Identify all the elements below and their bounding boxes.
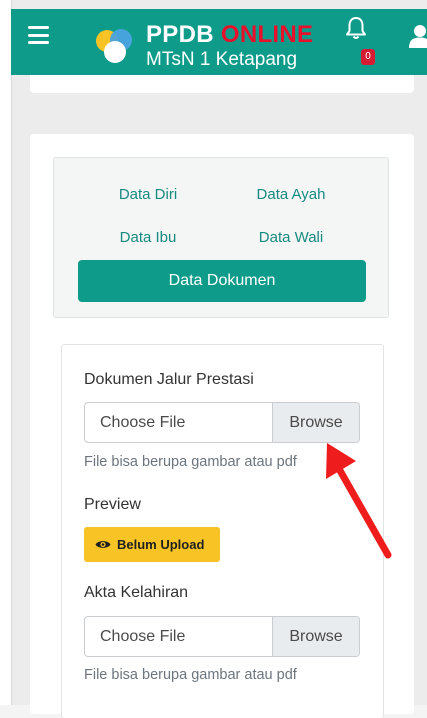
label-dokumen-prestasi: Dokumen Jalur Prestasi — [84, 371, 254, 388]
belum-upload-button[interactable]: Belum Upload — [84, 527, 220, 562]
nav-data-diri[interactable]: Data Diri — [78, 186, 218, 203]
choose-file-text: Choose File — [100, 628, 186, 645]
brand: PPDB ONLINE MTsN 1 Ketapang — [146, 21, 313, 71]
notification-badge: 0 — [361, 49, 375, 65]
brand-title: PPDB ONLINE — [146, 21, 313, 49]
nav-data-wali[interactable]: Data Wali — [221, 229, 361, 246]
file-hint: File bisa berupa gambar atau pdf — [84, 454, 297, 470]
brand-main: PPDB — [146, 21, 214, 48]
label-akta-kelahiran: Akta Kelahiran — [84, 584, 189, 601]
file-hint: File bisa berupa gambar atau pdf — [84, 667, 297, 683]
nav-data-ibu[interactable]: Data Ibu — [78, 229, 218, 246]
previous-card — [30, 75, 414, 93]
hamburger-icon[interactable] — [28, 26, 49, 44]
bell-icon[interactable] — [345, 16, 367, 40]
file-input-akta[interactable]: Choose File Browse — [84, 616, 360, 657]
choose-file-text: Choose File — [100, 414, 186, 431]
nav-data-ayah[interactable]: Data Ayah — [221, 186, 361, 203]
nav-data-dokumen[interactable]: Data Dokumen — [78, 260, 366, 302]
eye-icon — [95, 541, 111, 548]
belum-upload-label: Belum Upload — [117, 537, 205, 552]
logo-icon — [96, 29, 132, 63]
frame-margin — [0, 0, 11, 718]
label-preview: Preview — [84, 496, 141, 513]
school-name: MTsN 1 Ketapang — [146, 49, 298, 70]
user-icon[interactable] — [409, 24, 427, 50]
browse-button[interactable]: Browse — [272, 617, 359, 656]
brand-accent: ONLINE — [220, 21, 314, 48]
red-arrow — [326, 443, 392, 559]
top-navbar: PPDB ONLINE MTsN 1 Ketapang 0 — [11, 9, 427, 75]
